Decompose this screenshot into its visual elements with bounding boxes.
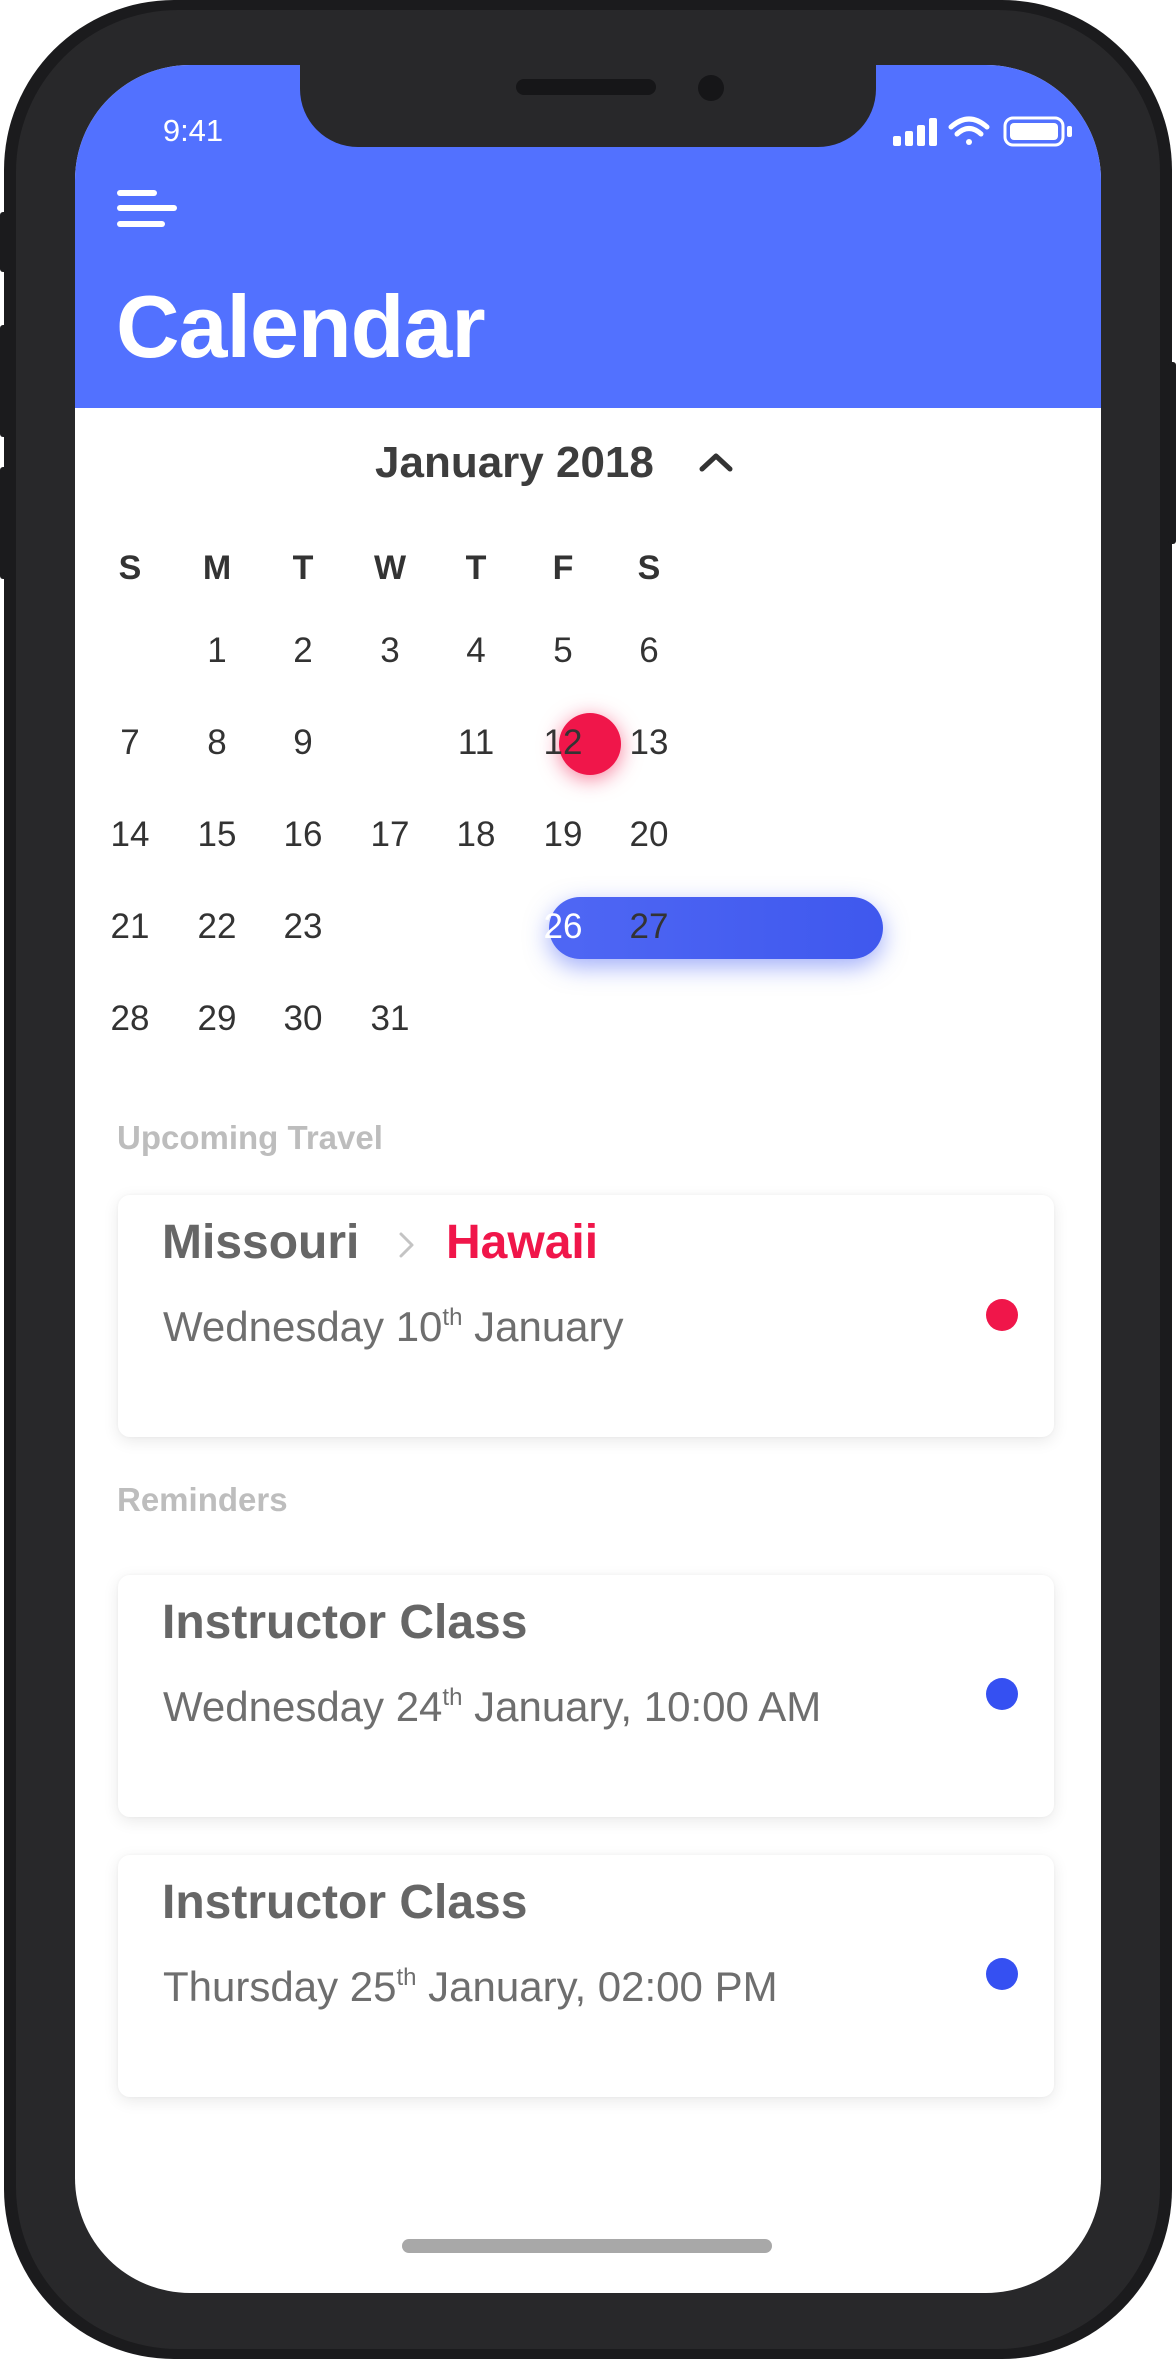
calendar-day[interactable]: 16 — [261, 805, 345, 865]
wifi-icon — [948, 116, 990, 145]
calendar-day[interactable]: 27 — [607, 897, 691, 957]
calendar-day[interactable]: 6 — [607, 621, 691, 681]
travel-status-dot — [986, 1299, 1018, 1331]
notch — [300, 65, 876, 147]
calendar-day[interactable]: 13 — [607, 713, 691, 773]
travel-date-day: Wednesday 10 — [163, 1303, 443, 1350]
calendar-day-selected[interactable]: 25 — [434, 897, 518, 957]
travel-origin: Missouri — [162, 1216, 360, 1269]
calendar-day[interactable]: 21 — [88, 897, 172, 957]
calendar-day[interactable]: 15 — [175, 805, 259, 865]
power-button — [1168, 362, 1176, 544]
calendar-day[interactable]: 28 — [88, 989, 172, 1049]
reminder-card[interactable]: Instructor Class Thursday 25th January, … — [118, 1855, 1054, 2097]
calendar-day[interactable]: 9 — [261, 713, 345, 773]
calendar-day[interactable]: 14 — [88, 805, 172, 865]
calendar-day-selected[interactable]: 24 — [348, 897, 432, 957]
reminder-date: Wednesday 24th January, 10:00 AM — [163, 1679, 821, 1735]
calendar-day[interactable]: 1 — [175, 621, 259, 681]
weekday-header: T — [292, 549, 314, 587]
weekday-header: F — [552, 549, 574, 587]
calendar-day[interactable]: 12 — [521, 713, 605, 773]
calendar-day[interactable]: 8 — [175, 713, 259, 773]
travel-date-month: January — [462, 1303, 624, 1350]
phone-screen: 9:41 Calendar January 2018 S M T W T F S… — [75, 65, 1101, 2293]
calendar-day[interactable]: 18 — [434, 805, 518, 865]
calendar-day[interactable]: 29 — [175, 989, 259, 1049]
travel-date-ordinal: th — [442, 1304, 463, 1331]
reminder-title: Instructor Class — [162, 1596, 528, 1649]
calendar-day[interactable]: 19 — [521, 805, 605, 865]
calendar-day[interactable]: 31 — [348, 989, 432, 1049]
reminder-date-rest: January, 10:00 AM — [462, 1683, 822, 1730]
weekday-header: S — [637, 549, 661, 587]
reminder-date-ordinal: th — [442, 1684, 463, 1711]
reminder-status-dot — [986, 1678, 1018, 1710]
calendar-day[interactable]: 3 — [348, 621, 432, 681]
reminder-status-dot — [986, 1958, 1018, 1990]
travel-card[interactable]: Missouri Hawaii Wednesday 10th January — [118, 1195, 1054, 1437]
status-icons — [893, 116, 1072, 147]
calendar-day[interactable]: 7 — [88, 713, 172, 773]
travel-destination: Hawaii — [446, 1216, 599, 1269]
weekday-header: T — [465, 549, 487, 587]
reminder-date-day: Wednesday 24 — [163, 1683, 443, 1730]
reminder-card[interactable]: Instructor Class Wednesday 24th January,… — [118, 1575, 1054, 1817]
calendar-day[interactable]: 20 — [607, 805, 691, 865]
volume-up-button — [0, 325, 8, 437]
calendar-day[interactable]: 4 — [434, 621, 518, 681]
calendar-day-selected[interactable]: 26 — [521, 897, 605, 957]
calendar-day[interactable]: 5 — [521, 621, 605, 681]
weekday-header: M — [202, 549, 232, 587]
home-indicator[interactable] — [402, 2239, 772, 2253]
reminder-title: Instructor Class — [162, 1876, 528, 1929]
calendar-day-today[interactable]: 10 — [348, 713, 432, 773]
reminder-date-day: Thursday 25 — [163, 1963, 397, 2010]
calendar-day[interactable]: 11 — [434, 713, 518, 773]
section-label-reminders: Reminders — [117, 1481, 288, 1518]
calendar-day[interactable]: 22 — [175, 897, 259, 957]
chevron-right-icon — [399, 1232, 414, 1258]
chevron-up-icon[interactable] — [698, 447, 734, 477]
weekday-header: W — [373, 549, 407, 587]
cellular-signal-icon — [893, 118, 937, 146]
weekday-header: S — [118, 549, 142, 587]
battery-icon — [1003, 116, 1072, 147]
section-label-upcoming-travel: Upcoming Travel — [117, 1119, 383, 1156]
month-label: January 2018 — [375, 438, 654, 487]
volume-down-button — [0, 467, 8, 579]
reminder-date-ordinal: th — [396, 1964, 417, 1991]
menu-icon[interactable] — [117, 190, 177, 242]
calendar-day[interactable]: 17 — [348, 805, 432, 865]
travel-date: Wednesday 10th January — [163, 1299, 624, 1355]
calendar-day[interactable]: 2 — [261, 621, 345, 681]
calendar-day[interactable]: 30 — [261, 989, 345, 1049]
month-picker[interactable]: January 2018 — [375, 433, 815, 493]
speaker-grille — [516, 79, 656, 95]
page-title: Calendar — [116, 277, 486, 376]
mute-switch — [0, 212, 8, 272]
front-camera — [698, 75, 724, 101]
calendar-day[interactable]: 23 — [261, 897, 345, 957]
reminder-date: Thursday 25th January, 02:00 PM — [163, 1959, 778, 2015]
status-time: 9:41 — [162, 113, 224, 148]
reminder-date-rest: January, 02:00 PM — [416, 1963, 778, 2010]
